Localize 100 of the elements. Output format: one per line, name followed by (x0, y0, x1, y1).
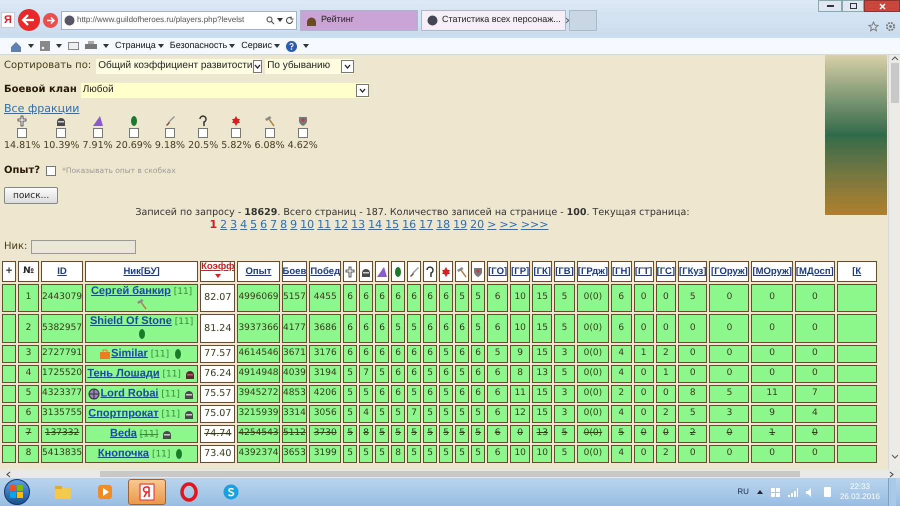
close-button[interactable] (864, 0, 900, 12)
page-link[interactable]: 18 (436, 219, 450, 231)
table-cell: 6 (471, 364, 486, 383)
page-link[interactable]: 2 (220, 219, 228, 231)
command-menu[interactable]: Страница (115, 39, 164, 53)
help-icon[interactable] (286, 40, 298, 52)
checkbox[interactable] (264, 128, 275, 138)
page-link[interactable]: >>> (520, 219, 548, 231)
checkbox[interactable] (128, 128, 139, 138)
language-indicator[interactable]: RU (737, 486, 749, 498)
settings-icon[interactable] (885, 21, 896, 32)
star-icon[interactable] (868, 21, 879, 32)
yandex-icon (137, 482, 157, 502)
checkbox[interactable] (164, 128, 175, 138)
checkbox[interactable] (17, 128, 28, 138)
player-nick-link[interactable]: Кнопочка (98, 447, 150, 460)
all-factions-link[interactable]: Все фракции (4, 102, 80, 115)
page-link[interactable]: 9 (290, 219, 298, 231)
checkbox[interactable] (92, 128, 103, 138)
taskbar-app[interactable] (128, 479, 166, 505)
page-link[interactable]: 16 (402, 219, 416, 231)
star-icon (440, 266, 452, 278)
player-nick-link[interactable]: Beda (110, 427, 137, 440)
search-button[interactable]: поиск... (4, 187, 58, 204)
forward-icon[interactable] (43, 12, 58, 28)
page-link[interactable]: 13 (351, 219, 366, 231)
scroll-thumb[interactable] (890, 63, 898, 103)
table-cell: 6 (343, 314, 358, 343)
tray-expand-icon[interactable] (756, 490, 763, 494)
page-link[interactable]: 8 (280, 219, 288, 231)
player-nick-link[interactable]: Сергей банкир (90, 285, 171, 297)
checkbox[interactable] (231, 128, 242, 138)
player-nick-link[interactable]: Shield Of Stone (90, 315, 172, 328)
maximize-button[interactable] (842, 0, 864, 12)
mail-icon[interactable] (68, 42, 79, 50)
nick-input[interactable] (31, 240, 136, 254)
browser-tab[interactable]: Рейтинг (300, 10, 418, 30)
feed-icon[interactable] (40, 41, 50, 51)
checkbox[interactable] (298, 128, 308, 138)
table-cell: 10 (510, 314, 530, 343)
page-link[interactable]: 6 (260, 219, 268, 231)
page-link[interactable]: 17 (419, 219, 434, 231)
table-cell: 11 (510, 384, 530, 403)
clan-select[interactable]: Любой (80, 82, 369, 98)
page-link[interactable]: 5 (250, 219, 258, 231)
table-cell: 3 (554, 404, 575, 423)
page-link[interactable]: 4 (240, 219, 248, 231)
player-nick-link[interactable]: Спортпрокат (88, 407, 159, 420)
start-button[interactable] (4, 479, 30, 505)
sort-order-select[interactable]: По убыванию (265, 58, 354, 74)
player-nick-link[interactable]: Lord Robai (100, 387, 158, 400)
table-cell: 2 (18, 314, 39, 343)
print-icon[interactable] (85, 41, 97, 51)
player-nick-link[interactable]: Тень Лошади (87, 367, 160, 380)
command-menu[interactable]: Сервис (241, 39, 280, 53)
yandex-logo[interactable]: Я (1, 12, 15, 28)
vertical-scrollbar[interactable] (888, 55, 900, 470)
table-cell: 6 (423, 384, 438, 403)
refresh-icon[interactable] (285, 16, 294, 24)
scroll-down-icon[interactable] (890, 454, 898, 460)
table-cell: 3 (554, 344, 575, 363)
game-banner[interactable] (825, 55, 887, 215)
page-link[interactable]: >> (499, 219, 518, 231)
scroll-up-icon[interactable] (890, 55, 898, 61)
table-cell: 5382957 (41, 314, 84, 343)
table-cell: 82.07 (200, 284, 236, 312)
page-link[interactable]: 20 (470, 219, 484, 231)
page-link[interactable]: 19 (453, 219, 468, 231)
home-icon[interactable] (10, 40, 22, 52)
browser-tab[interactable]: Статистика всех персонаж... (421, 10, 566, 30)
checkbox[interactable] (56, 128, 66, 138)
table-cell: 6 (359, 344, 374, 363)
page-link[interactable]: 15 (385, 219, 400, 231)
page-link[interactable]: 10 (300, 219, 314, 231)
column-header-link[interactable]: Ник[БУ] (123, 266, 160, 276)
scroll-left-icon[interactable] (6, 470, 11, 478)
page-link[interactable]: > (487, 219, 496, 231)
address-bar[interactable]: http://www.guildofheroes.ru/players.php?levelst (61, 10, 297, 30)
scroll-thumb[interactable] (100, 471, 800, 477)
page-link[interactable]: 7 (270, 219, 278, 231)
page-link[interactable]: 11 (317, 219, 332, 231)
sort-field-select[interactable]: Общий коэффициент развитости (96, 58, 262, 74)
command-menu[interactable]: Безопасность (170, 39, 236, 53)
back-icon[interactable] (18, 9, 40, 31)
nick-label: Ник: (4, 240, 28, 254)
page-link[interactable]: 14 (368, 219, 382, 231)
column-header-link[interactable]: [К (852, 266, 862, 276)
page-link[interactable]: 12 (334, 219, 348, 231)
table-cell: 15 (532, 384, 552, 403)
search-icon[interactable] (266, 16, 275, 24)
close-icon[interactable] (564, 16, 572, 24)
checkbox[interactable] (46, 166, 56, 176)
minimize-button[interactable] (818, 0, 842, 12)
scroll-right-icon[interactable] (889, 470, 894, 478)
player-nick-link[interactable]: Similar (111, 347, 148, 360)
table-cell: 6 (391, 364, 406, 383)
column-header-link[interactable]: ID (57, 266, 67, 276)
checkbox[interactable] (198, 128, 208, 138)
page-link[interactable]: 3 (230, 219, 238, 231)
horizontal-scrollbar[interactable] (0, 470, 900, 478)
